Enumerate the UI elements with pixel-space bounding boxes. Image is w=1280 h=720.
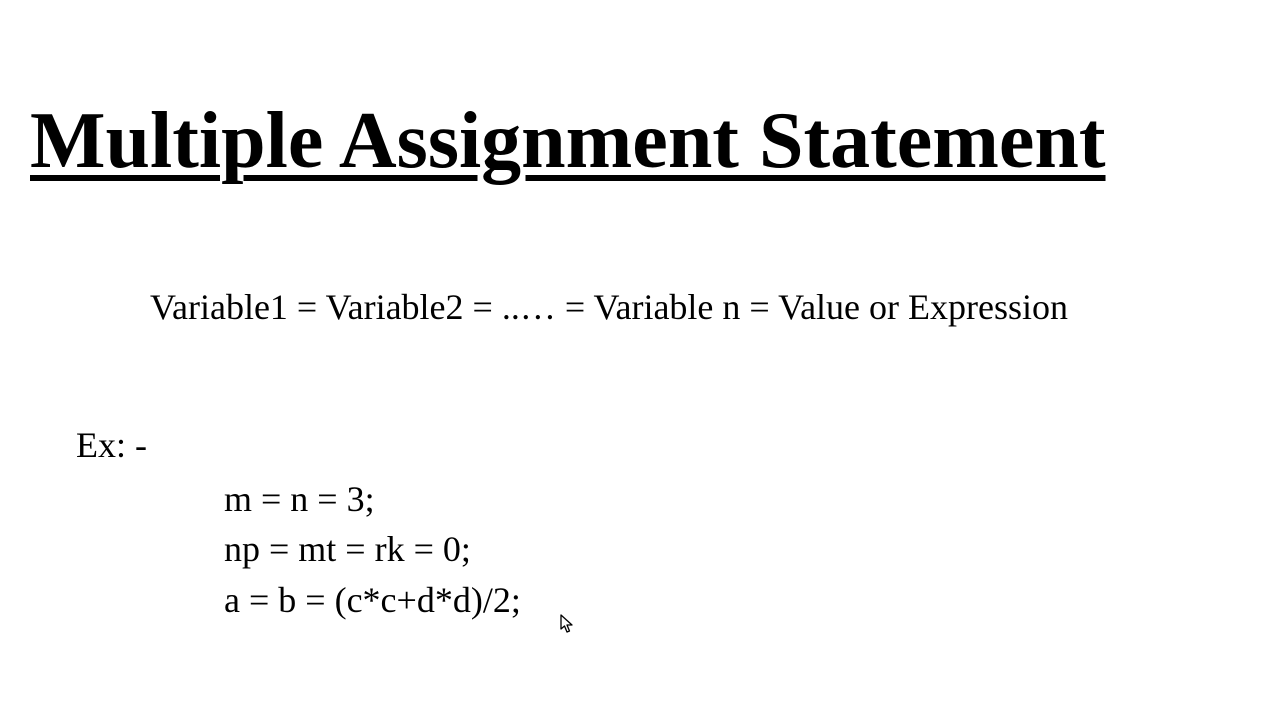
- example-block: m = n = 3; np = mt = rk = 0; a = b = (c*…: [224, 474, 521, 625]
- mouse-cursor-icon: [560, 614, 576, 634]
- slide-title: Multiple Assignment Statement: [30, 96, 1106, 187]
- syntax-line: Variable1 = Variable2 = ..… = Variable n…: [150, 286, 1068, 328]
- example-line-1: m = n = 3;: [224, 474, 521, 524]
- example-label: Ex: -: [76, 424, 147, 466]
- example-line-2: np = mt = rk = 0;: [224, 524, 521, 574]
- slide: Multiple Assignment Statement Variable1 …: [0, 0, 1280, 720]
- example-line-3: a = b = (c*c+d*d)/2;: [224, 575, 521, 625]
